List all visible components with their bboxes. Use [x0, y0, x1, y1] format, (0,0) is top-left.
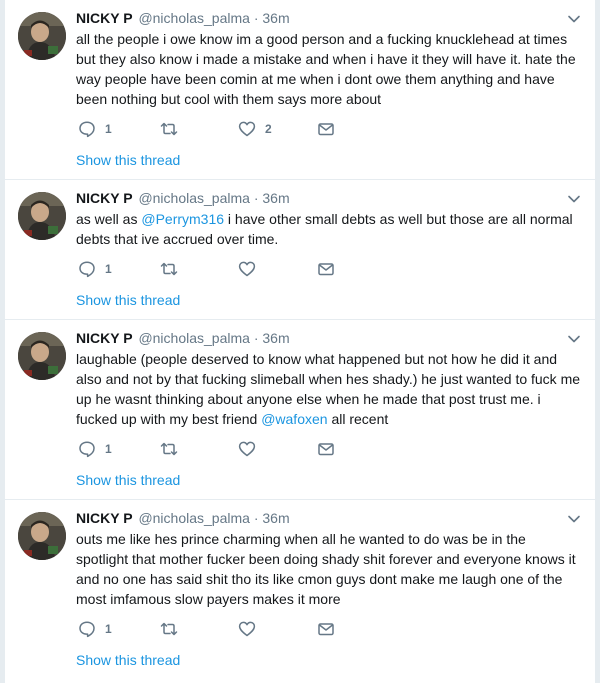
avatar-image: [18, 12, 66, 60]
direct-message-button[interactable]: [317, 260, 335, 278]
tweet-text: outs me like hes prince charming when al…: [76, 529, 581, 609]
avatar-image: [18, 192, 66, 240]
timestamp[interactable]: 36m: [262, 190, 289, 206]
display-name[interactable]: NICKY P: [76, 330, 133, 346]
retweet-icon: [160, 442, 178, 456]
retweet-icon: [160, 122, 178, 136]
separator-dot: ·: [253, 510, 259, 526]
tweet-header: NICKY P @nicholas_palma · 36m: [76, 9, 290, 27]
tweet-actions: 1 2: [76, 120, 376, 138]
heart-icon: [238, 261, 256, 277]
chevron-down-icon[interactable]: [567, 12, 581, 26]
reply-count: 1: [105, 262, 112, 276]
like-button[interactable]: 2: [238, 120, 272, 138]
tweet-text: laughable (people deserved to know what …: [76, 349, 581, 429]
tweet-actions: 1: [76, 260, 376, 278]
avatar[interactable]: [18, 512, 66, 560]
show-thread-link[interactable]: Show this thread: [76, 471, 180, 489]
reply-icon: [79, 621, 95, 638]
tweet-feed: NICKY P @nicholas_palma · 36m all the pe…: [5, 0, 595, 683]
reply-count: 1: [105, 442, 112, 456]
chevron-down-icon[interactable]: [567, 192, 581, 206]
tweet[interactable]: NICKY P @nicholas_palma · 36m as well as…: [5, 180, 595, 320]
timestamp[interactable]: 36m: [262, 10, 289, 26]
mention-link[interactable]: @Perrym316: [141, 211, 224, 227]
retweet-icon: [160, 622, 178, 636]
separator-dot: ·: [253, 10, 259, 26]
user-handle[interactable]: @nicholas_palma: [138, 330, 250, 346]
timestamp[interactable]: 36m: [262, 510, 289, 526]
tweet[interactable]: NICKY P @nicholas_palma · 36m outs me li…: [5, 500, 595, 683]
tweet-header: NICKY P @nicholas_palma · 36m: [76, 189, 290, 207]
like-button[interactable]: [238, 260, 265, 278]
mention-link[interactable]: @wafoxen: [261, 411, 327, 427]
separator-dot: ·: [253, 330, 259, 346]
user-handle[interactable]: @nicholas_palma: [138, 510, 250, 526]
separator-dot: ·: [253, 190, 259, 206]
tweet-text: as well as @Perrym316 i have other small…: [76, 209, 581, 249]
tweet-text-content: all the people i owe know im a good pers…: [76, 31, 576, 107]
tweet-text-content: all recent: [327, 411, 389, 427]
tweet-header: NICKY P @nicholas_palma · 36m: [76, 509, 290, 527]
chevron-down-icon[interactable]: [567, 512, 581, 526]
user-handle[interactable]: @nicholas_palma: [138, 10, 250, 26]
like-button[interactable]: [238, 440, 265, 458]
show-thread-link[interactable]: Show this thread: [76, 291, 180, 309]
envelope-icon: [318, 443, 334, 456]
retweet-button[interactable]: [160, 620, 187, 638]
retweet-button[interactable]: [160, 260, 187, 278]
reply-icon: [79, 441, 95, 458]
tweet[interactable]: NICKY P @nicholas_palma · 36m laughable …: [5, 320, 595, 500]
tweet[interactable]: NICKY P @nicholas_palma · 36m all the pe…: [5, 0, 595, 180]
reply-count: 1: [105, 122, 112, 136]
avatar-image: [18, 512, 66, 560]
tweet-text: all the people i owe know im a good pers…: [76, 29, 581, 109]
timestamp[interactable]: 36m: [262, 330, 289, 346]
reply-icon: [79, 121, 95, 138]
chevron-down-icon[interactable]: [567, 332, 581, 346]
tweet-header: NICKY P @nicholas_palma · 36m: [76, 329, 290, 347]
show-thread-link[interactable]: Show this thread: [76, 151, 180, 169]
reply-button[interactable]: 1: [78, 440, 112, 458]
tweet-actions: 1: [76, 440, 376, 458]
like-count: 2: [265, 122, 272, 136]
heart-icon: [238, 441, 256, 457]
envelope-icon: [318, 263, 334, 276]
heart-icon: [238, 121, 256, 137]
reply-button[interactable]: 1: [78, 260, 112, 278]
direct-message-button[interactable]: [317, 120, 335, 138]
retweet-button[interactable]: [160, 120, 187, 138]
display-name[interactable]: NICKY P: [76, 190, 133, 206]
reply-button[interactable]: 1: [78, 120, 112, 138]
display-name[interactable]: NICKY P: [76, 510, 133, 526]
reply-button[interactable]: 1: [78, 620, 112, 638]
envelope-icon: [318, 123, 334, 136]
reply-count: 1: [105, 622, 112, 636]
avatar[interactable]: [18, 332, 66, 380]
heart-icon: [238, 621, 256, 637]
direct-message-button[interactable]: [317, 620, 335, 638]
avatar[interactable]: [18, 192, 66, 240]
retweet-icon: [160, 262, 178, 276]
like-button[interactable]: [238, 620, 265, 638]
avatar-image: [18, 332, 66, 380]
tweet-actions: 1: [76, 620, 376, 638]
retweet-button[interactable]: [160, 440, 187, 458]
show-thread-link[interactable]: Show this thread: [76, 651, 180, 669]
reply-icon: [79, 261, 95, 278]
direct-message-button[interactable]: [317, 440, 335, 458]
user-handle[interactable]: @nicholas_palma: [138, 190, 250, 206]
tweet-text-content: outs me like hes prince charming when al…: [76, 531, 576, 607]
avatar[interactable]: [18, 12, 66, 60]
envelope-icon: [318, 623, 334, 636]
display-name[interactable]: NICKY P: [76, 10, 133, 26]
tweet-text-content: as well as: [76, 211, 142, 227]
